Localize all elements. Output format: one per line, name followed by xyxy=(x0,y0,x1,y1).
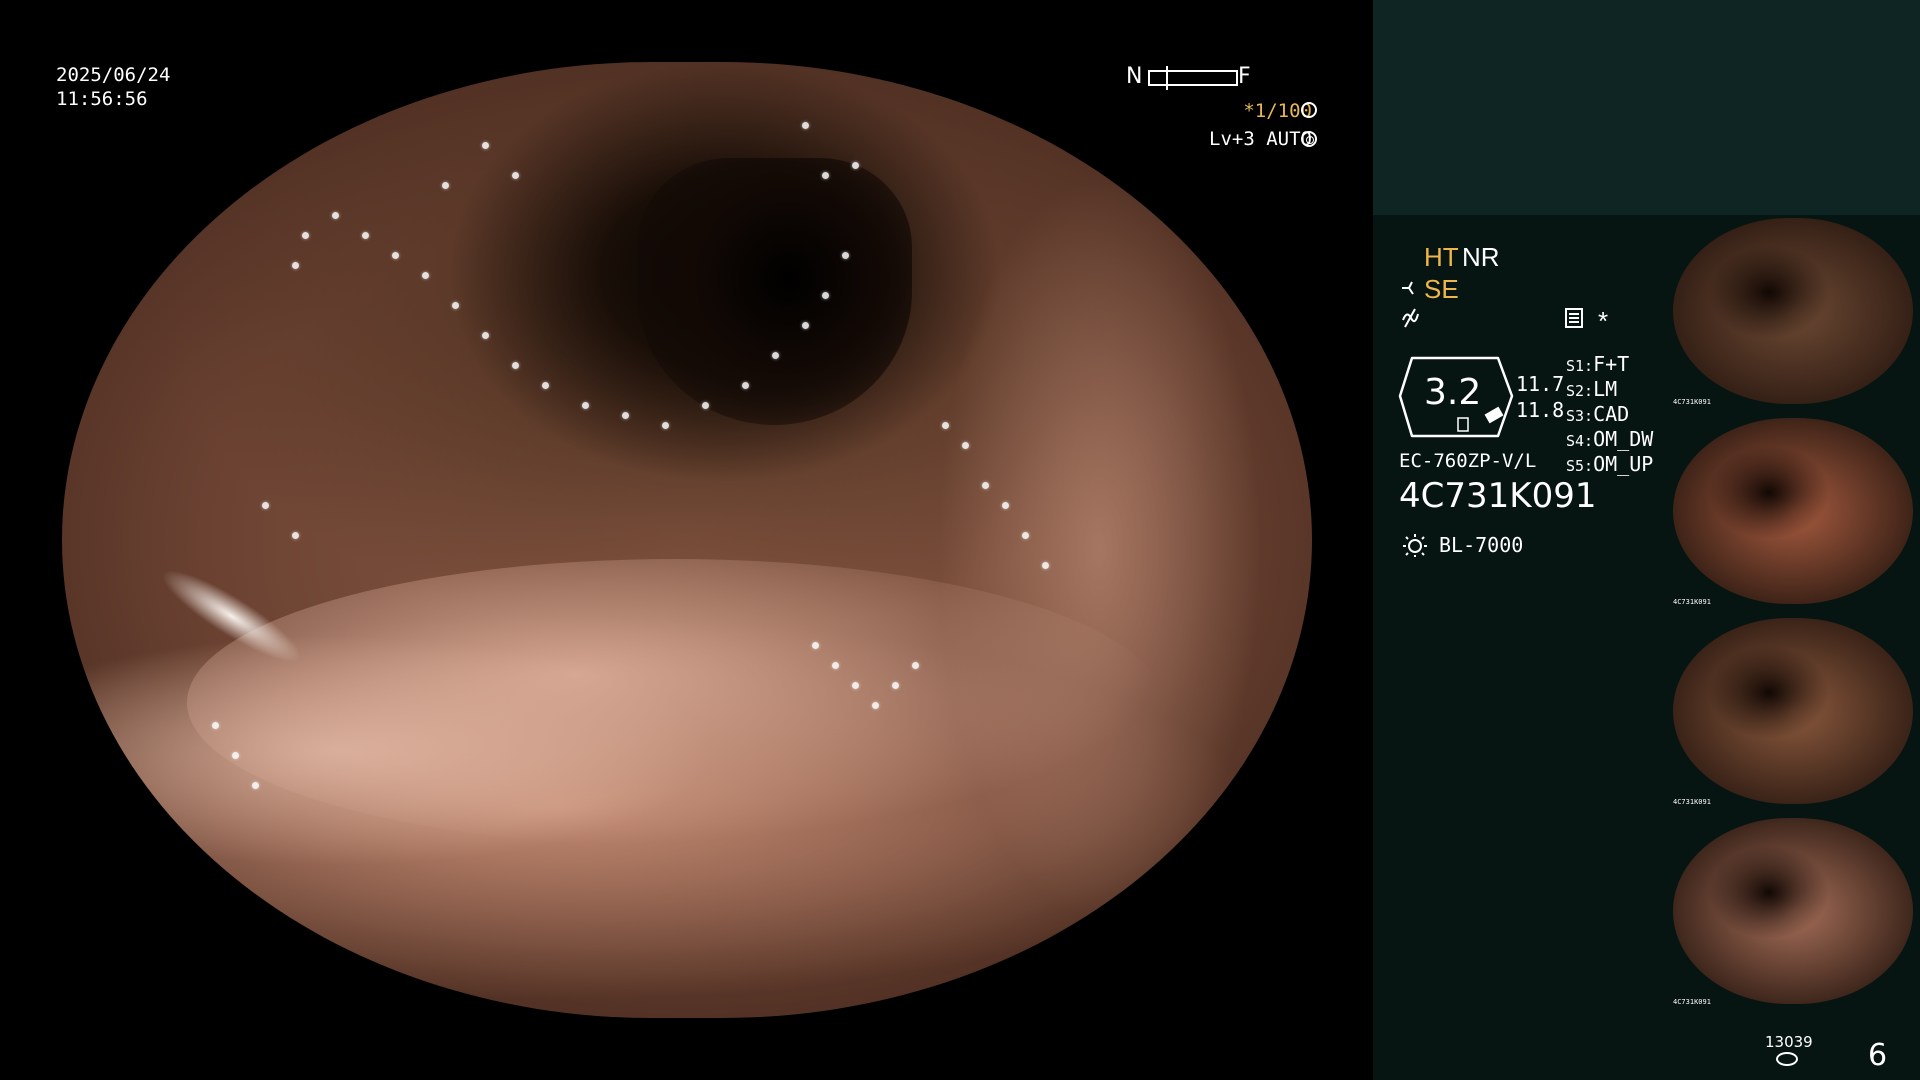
bubble xyxy=(662,422,669,429)
captured-image-thumbnail[interactable]: 4C731K091 xyxy=(1669,416,1917,606)
bubble xyxy=(822,292,829,299)
bubble xyxy=(962,442,969,449)
bubble xyxy=(292,532,299,539)
bubble xyxy=(512,172,519,179)
thumbnail-label: 4C731K091 xyxy=(1673,598,1711,606)
bubble xyxy=(332,212,339,219)
thumbnail-image xyxy=(1673,618,1913,804)
light-source-icon xyxy=(1403,534,1427,557)
brightness-level: Lv+3 AUTO xyxy=(1209,128,1312,150)
bubble xyxy=(1042,562,1049,569)
image-counter: 13039 xyxy=(1765,1033,1813,1051)
exam-date: 2025/06/24 xyxy=(56,64,171,86)
setting-row: S1:F+T xyxy=(1566,352,1630,376)
bubble xyxy=(1002,502,1009,509)
zoom-value: 3.2 xyxy=(1424,372,1482,413)
bubble xyxy=(442,182,449,189)
nr-mode: NR xyxy=(1462,242,1500,272)
thumbnail-image xyxy=(1673,218,1913,404)
far-label: F xyxy=(1238,64,1251,89)
bubble xyxy=(292,262,299,269)
se-mode: SE xyxy=(1424,274,1459,304)
bubble xyxy=(212,722,219,729)
gauge-reading-bottom: 11.8 xyxy=(1516,398,1565,422)
capture-count: 6 xyxy=(1868,1038,1888,1073)
captured-image-thumbnail[interactable]: 4C731K091 xyxy=(1669,216,1917,406)
bubble xyxy=(1022,532,1029,539)
bubble xyxy=(822,172,829,179)
signal-icon xyxy=(1402,308,1419,328)
thumbnail-label: 4C731K091 xyxy=(1673,398,1711,406)
bubble xyxy=(982,482,989,489)
scope-model: EC-760ZP-V/L xyxy=(1399,450,1537,472)
lumen xyxy=(637,157,912,426)
focus-bar xyxy=(1148,70,1238,86)
endoscope-live-view xyxy=(62,62,1312,1018)
bubble xyxy=(362,232,369,239)
bubble xyxy=(452,302,459,309)
bubble xyxy=(812,642,819,649)
thumbnail-image xyxy=(1673,418,1913,604)
storage-icon xyxy=(1776,1052,1798,1066)
bubble xyxy=(772,352,779,359)
near-label: N xyxy=(1126,64,1143,89)
ht-mode: HT xyxy=(1424,242,1459,272)
gauge-reading-top: 11.7 xyxy=(1516,372,1565,396)
bubble xyxy=(872,702,879,709)
bubble xyxy=(802,322,809,329)
bubble xyxy=(622,412,629,419)
bubble xyxy=(482,332,489,339)
captured-image-thumbnail[interactable]: 4C731K091 xyxy=(1669,616,1917,806)
exam-time: 11:56:56 xyxy=(56,88,148,110)
bubble xyxy=(392,252,399,259)
aperture-icon xyxy=(1301,102,1317,118)
bubble xyxy=(702,402,709,409)
bubble xyxy=(262,502,269,509)
setting-row: S2:LM xyxy=(1566,377,1618,401)
menu-icon xyxy=(1565,308,1583,328)
scope-serial: 4C731K091 xyxy=(1399,476,1597,516)
setting-row: S5:OM_UP xyxy=(1566,452,1654,476)
bubble xyxy=(302,232,309,239)
mucosal-fold xyxy=(187,559,1162,846)
captured-image-thumbnail[interactable]: 4C731K091 xyxy=(1669,816,1917,1006)
bubble xyxy=(802,122,809,129)
light-source-model: BL-7000 xyxy=(1439,533,1524,557)
bubble xyxy=(892,682,899,689)
bubble xyxy=(582,402,589,409)
focus-marker xyxy=(1166,66,1168,90)
structure-enhance-icon xyxy=(1402,281,1414,295)
setting-row: S3:CAD xyxy=(1566,402,1630,426)
bubble xyxy=(852,682,859,689)
panel-header xyxy=(1373,0,1920,215)
bubble xyxy=(542,382,549,389)
bubble xyxy=(482,142,489,149)
thumbnail-label: 4C731K091 xyxy=(1673,798,1711,806)
thumbnail-label: 4C731K091 xyxy=(1673,998,1711,1006)
bubble xyxy=(852,162,859,169)
bubble xyxy=(232,752,239,759)
setting-row: S4:OM_DW xyxy=(1566,427,1654,451)
star-indicator: * xyxy=(1598,306,1609,336)
bubble xyxy=(422,272,429,279)
bubble xyxy=(842,252,849,259)
bubble xyxy=(252,782,259,789)
bubble xyxy=(742,382,749,389)
bubble xyxy=(832,662,839,669)
iris-auto-icon xyxy=(1301,131,1317,147)
bubble xyxy=(942,422,949,429)
thumbnail-image xyxy=(1673,818,1913,1004)
bubble xyxy=(912,662,919,669)
bubble xyxy=(512,362,519,369)
